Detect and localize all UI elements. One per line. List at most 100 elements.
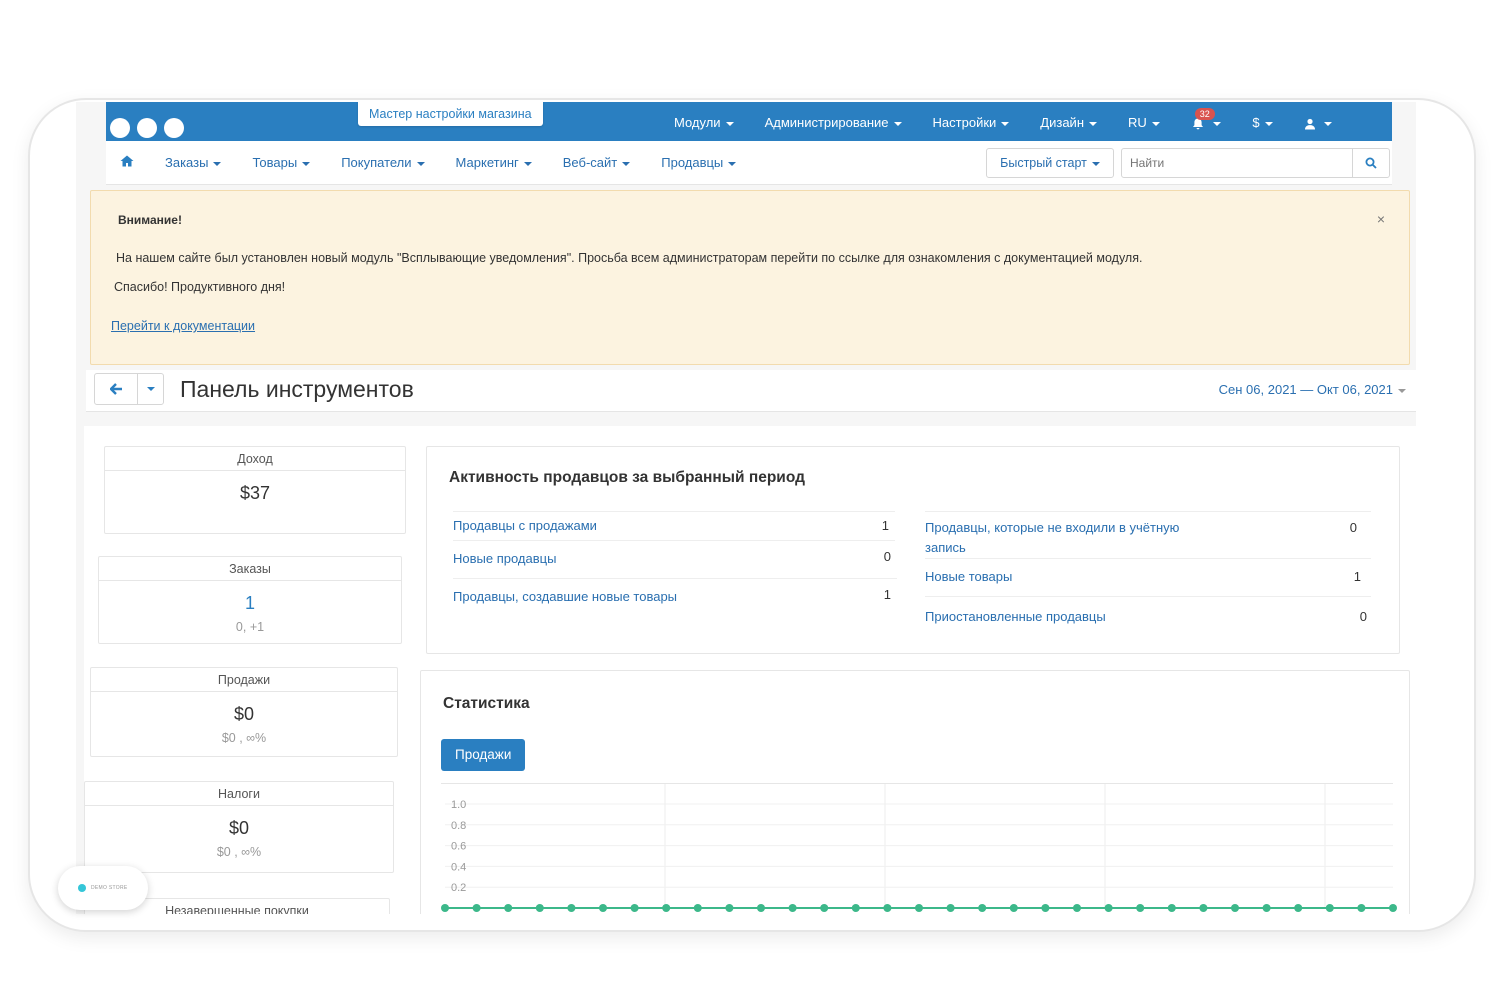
sales-data-point[interactable] <box>1389 904 1397 912</box>
menu-language[interactable]: RU <box>1128 115 1160 130</box>
sales-data-point[interactable] <box>757 904 765 912</box>
nav-products[interactable]: Товары <box>252 155 311 170</box>
notifications-button[interactable]: 32 <box>1191 108 1222 131</box>
sales-data-point[interactable] <box>441 904 449 912</box>
row-value: 1 <box>883 587 891 602</box>
sales-data-point[interactable] <box>1009 904 1018 912</box>
menu-modules[interactable]: Модули <box>674 115 734 130</box>
orders-value[interactable]: 1 <box>99 593 401 614</box>
top-menu: Модули Администрирование Настройки Дизай… <box>674 108 1363 131</box>
notice-alert: Внимание! × На нашем сайте был установле… <box>90 190 1410 365</box>
search-input[interactable] <box>1121 148 1353 178</box>
taxes-label: Налоги <box>85 782 393 806</box>
sales-data-point[interactable] <box>567 904 576 912</box>
activity-row[interactable]: Новые продавцы 0 <box>453 541 897 579</box>
orders-card: Заказы 1 0, +1 <box>98 556 402 644</box>
date-range-picker[interactable]: Сен 06, 2021 — Окт 06, 2021 <box>1219 382 1406 397</box>
user-menu[interactable] <box>1304 115 1333 130</box>
activity-row[interactable]: Продавцы, создавшие новые товары 1 <box>453 579 897 617</box>
sales-data-point[interactable] <box>1294 904 1303 912</box>
y-tick-label: 0.4 <box>451 861 466 873</box>
nav-label: Заказы <box>165 155 209 170</box>
menu-design[interactable]: Дизайн <box>1040 115 1097 130</box>
row-value: 1 <box>1353 569 1361 584</box>
y-tick-label: 0.8 <box>451 820 466 832</box>
main-nav: Заказы Товары Покупатели Маркетинг Веб-с… <box>106 141 1392 185</box>
demo-store-badge[interactable]: DEMO STORE <box>58 866 148 910</box>
sales-data-point[interactable] <box>1357 904 1366 912</box>
sales-chart: 1.0 0.8 0.6 0.4 0.2 <box>441 783 1397 914</box>
sales-data-point[interactable] <box>599 904 607 912</box>
sales-data-point[interactable] <box>472 904 481 912</box>
taxes-value: $0 <box>228 818 250 838</box>
sales-data-point[interactable] <box>630 904 639 912</box>
sales-data-point[interactable] <box>1167 904 1176 912</box>
row-value: 1 <box>881 518 889 533</box>
home-icon[interactable] <box>120 155 134 167</box>
menu-settings[interactable]: Настройки <box>933 115 1010 130</box>
sales-data-point[interactable] <box>535 904 544 912</box>
sales-data-point[interactable] <box>693 904 702 912</box>
page-title: Панель инструментов <box>180 376 414 402</box>
sales-data-point[interactable] <box>1073 904 1081 912</box>
menu-administration[interactable]: Администрирование <box>765 115 902 130</box>
menu-label: Настройки <box>932 115 997 131</box>
nav-label: Продавцы <box>661 155 724 170</box>
sales-data-point[interactable] <box>1199 904 1208 912</box>
notification-count-badge: 32 <box>1194 108 1215 120</box>
caret-down-icon <box>302 161 311 166</box>
vendor-activity-panel: Активность продавцов за выбранный период… <box>426 446 1400 654</box>
sales-value: $0 <box>233 704 255 724</box>
sales-label: Продажи <box>91 668 397 692</box>
nav-marketing[interactable]: Маркетинг <box>456 155 532 170</box>
back-button[interactable] <box>94 373 138 405</box>
sales-data-point[interactable] <box>788 904 797 912</box>
caret-down-icon <box>1091 161 1100 166</box>
income-card: Доход $37 <box>104 446 406 534</box>
close-icon[interactable]: × <box>1377 211 1385 227</box>
nav-orders[interactable]: Заказы <box>165 155 222 170</box>
caret-down-icon <box>893 121 902 126</box>
row-value: 0 <box>1359 609 1367 624</box>
sales-data-point[interactable] <box>1325 904 1334 912</box>
demo-store-label: DEMO STORE <box>91 885 128 891</box>
sales-data-point[interactable] <box>978 904 987 912</box>
caret-down-icon <box>728 161 737 166</box>
sales-data-point[interactable] <box>662 904 671 912</box>
nav-vendors[interactable]: Продавцы <box>661 155 737 170</box>
sales-data-point[interactable] <box>915 904 923 912</box>
sales-data-point[interactable] <box>851 904 860 912</box>
sales-data-point[interactable] <box>883 904 892 912</box>
row-label: Новые продавцы <box>453 551 557 566</box>
nav-label: Товары <box>252 155 298 170</box>
sales-card: Продажи $0 $0 , ∞% <box>90 667 398 757</box>
sales-data-point[interactable] <box>1041 904 1050 912</box>
sales-data-point[interactable] <box>1136 904 1145 912</box>
sales-chart-svg: 1.0 0.8 0.6 0.4 0.2 <box>441 784 1397 912</box>
nav-website[interactable]: Веб-сайт <box>563 155 631 170</box>
activity-row[interactable]: Приостановленные продавцы 0 <box>925 597 1371 635</box>
currency-menu[interactable]: $ <box>1252 115 1273 130</box>
y-tick-label: 1.0 <box>451 799 466 811</box>
documentation-link[interactable]: Перейти к документации <box>111 319 255 333</box>
history-dropdown-button[interactable] <box>137 373 164 405</box>
income-label: Доход <box>105 447 405 471</box>
setup-wizard-button[interactable]: Мастер настройки магазина <box>358 102 543 126</box>
sales-data-point[interactable] <box>725 904 734 912</box>
taxes-change: $0 , ∞% <box>216 845 262 859</box>
activity-row[interactable]: Продавцы с продажами 1 <box>453 511 895 541</box>
activity-row[interactable]: Новые товары 1 <box>925 559 1371 597</box>
quick-start-button[interactable]: Быстрый старт <box>986 148 1114 178</box>
sales-tab[interactable]: Продажи <box>441 739 526 771</box>
sales-data-point[interactable] <box>820 904 829 912</box>
sales-data-point[interactable] <box>504 904 513 912</box>
sales-data-point[interactable] <box>1104 904 1113 912</box>
nav-customers[interactable]: Покупатели <box>341 155 425 170</box>
search-button[interactable] <box>1352 148 1390 178</box>
sales-data-point[interactable] <box>1231 904 1239 912</box>
sales-change: $0 , ∞% <box>221 731 267 745</box>
dashboard-header: Панель инструментов Сен 06, 2021 — Окт 0… <box>86 370 1416 412</box>
sales-data-point[interactable] <box>1262 904 1271 912</box>
sales-data-point[interactable] <box>946 904 955 912</box>
activity-row[interactable]: Продавцы, которые не входили в учётную з… <box>925 511 1371 559</box>
